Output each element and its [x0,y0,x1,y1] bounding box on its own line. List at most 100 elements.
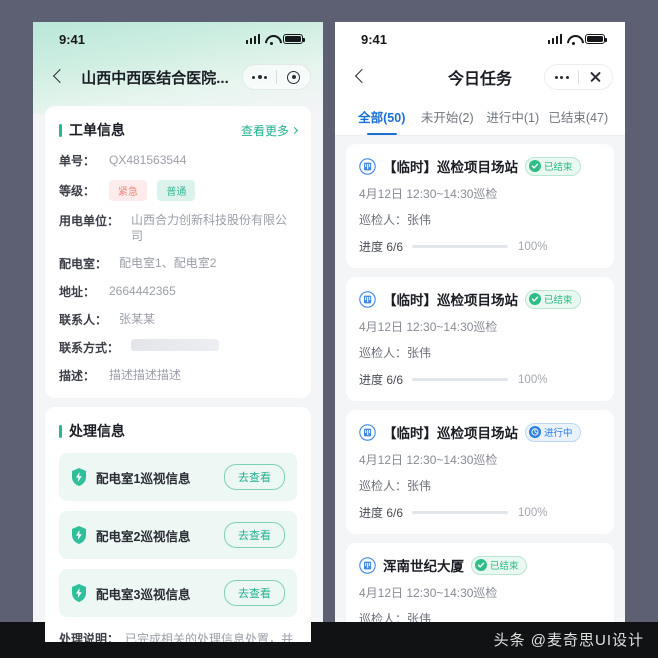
status-badge: 进行中 [525,422,581,442]
tab-finished[interactable]: 已结束(47) [546,98,612,135]
tag-urgent: 紧急 [109,180,147,201]
task-list: 【临时】巡检项目场站 已结束 4月12日 12:30~14:30巡检 巡检人：张… [335,136,625,642]
battery-icon [585,34,608,44]
view-more-label: 查看更多 [240,123,289,138]
tab-not-started[interactable]: 未开始(2) [415,98,481,135]
field-row: 配电室： 配电室1、配电室2 [59,255,297,272]
building-icon [359,423,376,441]
work-order-title: 工单信息 [59,120,125,140]
inspection-item[interactable]: 配电室2巡视信息 去查看 [59,511,297,560]
go-view-button[interactable]: 去查看 [224,522,285,549]
progress-percent: 100% [518,506,548,519]
task-title: 【临时】巡检项目场站 [383,293,518,308]
tab-in-progress[interactable]: 进行中(1) [480,98,546,135]
shield-bolt-icon [71,584,87,603]
phone-right-tasklist: 9:41 今日任务 全部(50) 未开始(2) 进行中(1) 已结束(47) 【… [335,22,625,642]
field-label: 单号： [59,154,96,168]
shield-bolt-icon [71,468,87,487]
task-card[interactable]: 【临时】巡检项目场站 已结束 4月12日 12:30~14:30巡检 巡检人：张… [346,277,614,401]
nav-bar-right: 今日任务 [335,56,625,98]
back-arrow-icon[interactable] [49,66,71,88]
work-order-fields: 单号： QX481563544 等级： 紧急 普通 用电单位： 山西合力创新科技… [59,152,297,384]
check-icon [475,559,487,571]
tag-normal: 普通 [157,180,196,201]
target-icon[interactable] [277,65,310,89]
process-note-value: 已完成相关的处理信息处置，并按照计划要求去改善处理 [125,632,294,642]
cellular-signal-icon [547,34,562,44]
process-info-title: 处理信息 [59,421,125,441]
progress-track [412,511,509,514]
task-title: 浑南世纪大厦 [383,559,464,574]
task-header: 浑南世纪大厦 已结束 [359,555,601,575]
field-value: 张某某 [119,312,156,327]
back-arrow-icon[interactable] [351,66,373,88]
go-view-button[interactable]: 去查看 [224,464,285,491]
battery-icon [283,34,306,44]
field-label: 描述： [59,369,96,384]
check-icon [529,293,541,305]
process-note: 处理说明： 已完成相关的处理信息处置，并按照计划要求去改善处理 [59,630,297,642]
level-tags: 紧急 普通 [109,180,202,201]
cellular-signal-icon [245,34,260,44]
inspection-label: 配电室2巡视信息 [96,529,191,544]
status-badge: 已结束 [525,156,581,176]
status-badge-label: 已结束 [544,295,573,306]
status-bar-right: 9:41 [335,22,625,56]
view-more-button[interactable]: 查看更多 [240,122,299,139]
process-info-card: 处理信息 配电室1巡视信息 去查看 配电室2巡视信息 去查看 配电室3巡视信息 … [45,407,311,642]
field-row-level: 等级： 紧急 普通 [59,180,297,201]
inspection-label: 配电室1巡视信息 [96,471,191,486]
wifi-icon [567,34,580,45]
progress-track [412,245,509,248]
work-order-card: 工单信息 查看更多 单号： QX481563544 等级： 紧急 普通 用电单位… [45,106,311,399]
wifi-icon [265,34,278,45]
field-value: 2664442365 [109,284,176,299]
field-row: 联系人： 张某某 [59,311,297,328]
field-row: 描述： 描述描述描述 [59,367,297,384]
phone-left-workorder: 9:41 山西中西医结合医院... 工单信息 查看更多 单号： QX481563… [33,22,323,642]
task-filter-tabs: 全部(50) 未开始(2) 进行中(1) 已结束(47) [335,98,625,136]
clock-icon [529,426,541,438]
field-label: 联系人： [59,313,108,328]
process-note-label: 处理说明： [59,632,120,642]
task-progress: 进度 6/6 100% [359,371,601,388]
task-inspector: 巡检人：张伟 [359,479,432,493]
task-datetime: 4月12日 12:30~14:30巡检 [359,453,498,467]
status-badge-label: 已结束 [544,162,573,173]
tab-all[interactable]: 全部(50) [349,98,415,135]
progress-percent: 100% [518,373,548,386]
task-inspector: 巡检人：张伟 [359,213,432,227]
building-icon [359,556,376,574]
check-icon [529,160,541,172]
task-header: 【临时】巡检项目场站 已结束 [359,156,601,176]
nav-bar-left: 山西中西医结合医院... [33,56,323,98]
field-value: 山西合力创新科技股份有限公司 [131,213,288,244]
task-card[interactable]: 【临时】巡检项目场站 进行中 4月12日 12:30~14:30巡检 巡检人：张… [346,410,614,534]
field-label: 等级： [59,184,96,198]
status-badge-label: 进行中 [544,428,573,439]
field-row: 单号： QX481563544 [59,152,297,169]
inspection-label: 配电室3巡视信息 [96,587,191,602]
more-dots-icon[interactable] [243,65,276,89]
task-datetime: 4月12日 12:30~14:30巡检 [359,586,498,600]
status-time: 9:41 [361,31,388,47]
task-header: 【临时】巡检项目场站 进行中 [359,422,601,442]
close-icon[interactable] [579,65,612,89]
wechat-capsule-right [544,64,613,90]
progress-track [412,378,509,381]
field-label: 地址： [59,285,96,300]
more-dots-icon[interactable] [545,65,578,89]
process-info-header: 处理信息 [59,421,297,441]
field-row: 地址： 2664442365 [59,283,297,300]
work-order-header: 工单信息 查看更多 [59,120,299,140]
status-time: 9:41 [59,31,86,47]
task-progress: 进度 6/6 100% [359,504,601,521]
field-row: 用电单位： 山西合力创新科技股份有限公司 [59,212,297,244]
task-card[interactable]: 【临时】巡检项目场站 已结束 4月12日 12:30~14:30巡检 巡检人：张… [346,144,614,268]
inspection-item[interactable]: 配电室1巡视信息 去查看 [59,453,297,502]
task-progress: 进度 6/6 100% [359,238,601,255]
inspection-item[interactable]: 配电室3巡视信息 去查看 [59,569,297,618]
task-inspector: 巡检人：张伟 [359,346,432,360]
task-datetime: 4月12日 12:30~14:30巡检 [359,187,498,201]
go-view-button[interactable]: 去查看 [224,580,285,607]
